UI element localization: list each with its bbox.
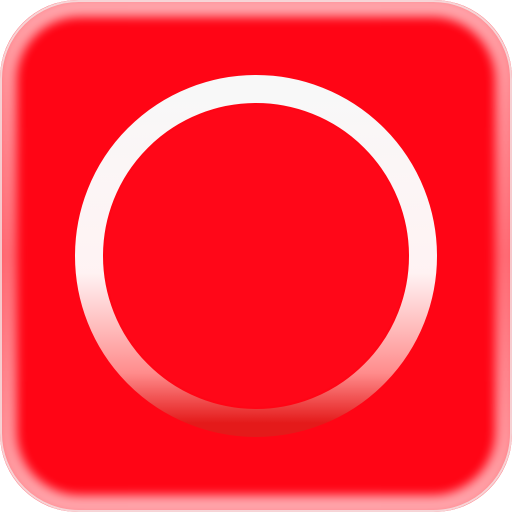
record-icon[interactable]	[0, 0, 512, 512]
record-ring-center	[105, 105, 407, 407]
app-icon-canvas	[0, 0, 512, 512]
